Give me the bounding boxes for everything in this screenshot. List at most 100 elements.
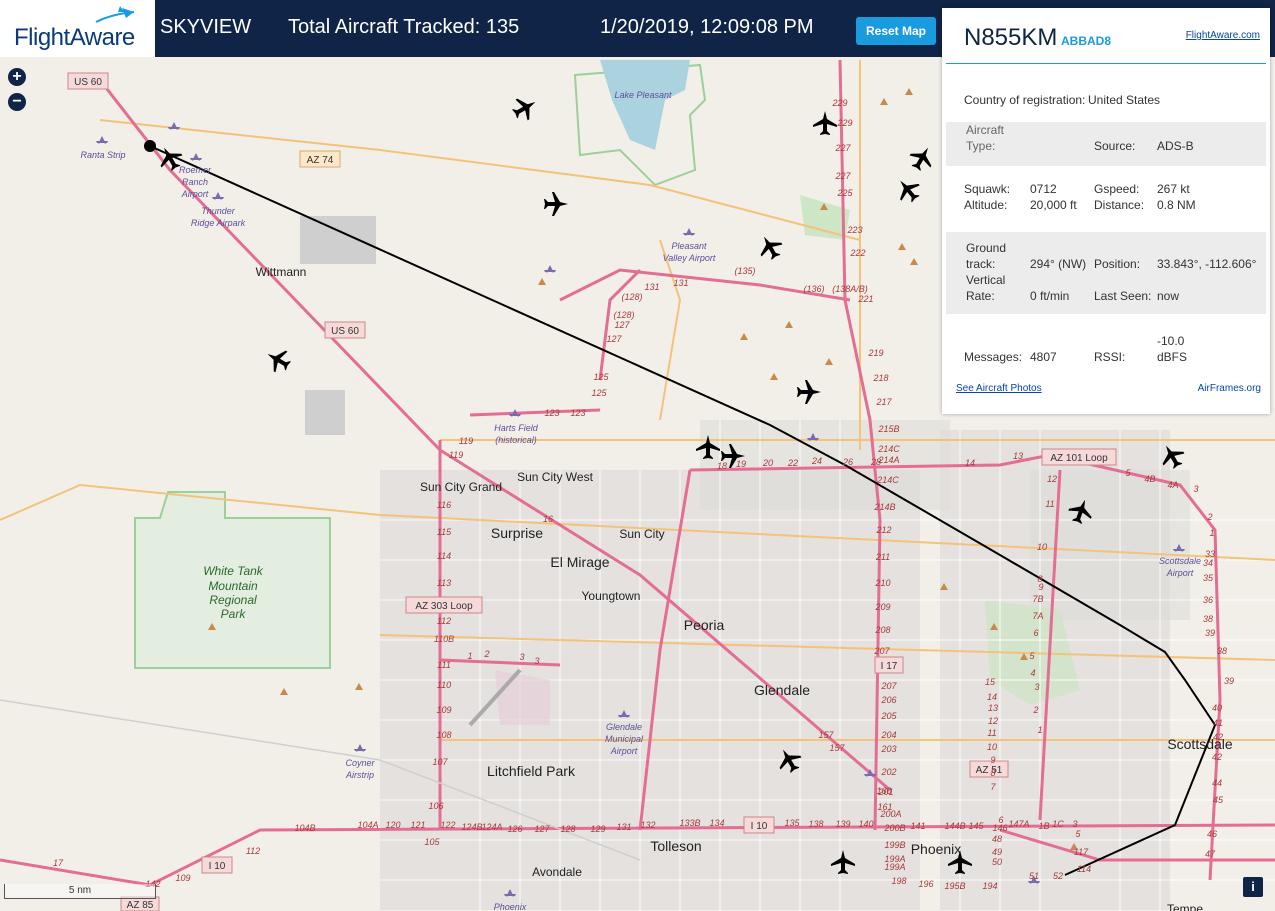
exit-number: 127 [606, 334, 622, 344]
exit-number: 210 [874, 578, 890, 588]
messages-value: 4807 [1030, 350, 1057, 364]
exit-number: 131 [673, 278, 688, 288]
exit-number: 4 [1030, 668, 1035, 678]
highway-label: AZ 51 [976, 765, 1003, 776]
highway-label: US 60 [331, 326, 359, 337]
city-label: Avondale [532, 865, 582, 879]
city-label: El Mirage [550, 554, 609, 570]
airport-label: Airstrip [345, 770, 374, 780]
source-label: Source: [1094, 139, 1136, 153]
airport-label: Thunder [201, 206, 236, 216]
city-label: Phoenix [911, 841, 962, 857]
city-label: Sun City [619, 527, 664, 541]
exit-number: 194 [982, 881, 997, 891]
exit-number: 125 [591, 388, 607, 398]
exit-number: 199A [884, 862, 905, 872]
exit-number: 147A [1008, 819, 1029, 829]
exit-number: 110B [434, 634, 454, 644]
exit-number: 204 [880, 730, 896, 740]
exit-number: 114 [1077, 864, 1091, 874]
zoom-in-button[interactable]: + [8, 68, 26, 86]
airport-label: Ranta Strip [80, 150, 125, 160]
exit-number: 6 [998, 815, 1003, 825]
logo-text: FlightAware [14, 24, 135, 51]
exit-number: 219 [867, 348, 883, 358]
exit-number: 48 [992, 834, 1002, 844]
exit-number: 127 [534, 824, 550, 834]
exit-number: 123 [570, 408, 585, 418]
aircraft-photos-link[interactable]: See Aircraft Photos [956, 383, 1042, 394]
distance-value: 0.8 NM [1157, 198, 1196, 212]
brand-title: SKYVIEW [160, 16, 252, 38]
exit-number: 13 [1013, 451, 1023, 461]
exit-number: 10 [1037, 542, 1047, 552]
exit-number: (136) [803, 284, 824, 294]
exit-number: 214B [873, 502, 895, 512]
country-value: United States [1088, 93, 1161, 107]
selected-aircraft-origin-dot[interactable] [144, 140, 156, 152]
exit-number: 217 [875, 397, 892, 407]
park-label: Mountain [208, 579, 258, 593]
exit-number: 140 [858, 819, 873, 829]
exit-number: 218 [872, 373, 888, 383]
highway-label: AZ 101 Loop [1050, 453, 1108, 464]
exit-number: 214C [876, 475, 899, 485]
exit-number: 212 [875, 525, 891, 535]
city-label: Litchfield Park [487, 763, 576, 779]
exit-number: 161 [877, 802, 892, 812]
info-button[interactable]: i [1243, 877, 1263, 897]
exit-number: (128) [613, 310, 634, 320]
exit-number: 14 [965, 458, 975, 468]
airport-label: (historical) [495, 435, 537, 445]
row-type-source: Aircraft Type: Source: ADS-B [946, 122, 1266, 166]
exit-number: 134 [709, 818, 724, 828]
reset-map-button[interactable]: Reset Map [856, 17, 936, 45]
exit-number: 111 [437, 660, 451, 670]
exit-number: 39 [1205, 628, 1215, 638]
rssi-value: -10.0 dBFS [1157, 334, 1188, 364]
exit-number: 223 [846, 225, 862, 235]
exit-number: 20 [762, 458, 773, 468]
airport-label: Phoenix [494, 902, 527, 911]
exit-number: 107 [432, 757, 448, 767]
row-track-position: Ground track: 294° (NW) Position: 33.843… [946, 232, 1266, 314]
exit-number: 116 [437, 500, 451, 510]
exit-number: 131 [616, 822, 631, 832]
exit-number: 157 [818, 730, 834, 740]
airframes-link[interactable]: AirFrames.org [1198, 383, 1261, 394]
highway-label: I 10 [209, 861, 226, 872]
exit-number: 112 [246, 846, 260, 856]
aircraft-type-label: Aircraft Type: [966, 123, 1005, 153]
exit-number: 40 [1212, 703, 1222, 713]
city-label: Glendale [754, 682, 810, 698]
panel-divider [946, 63, 1266, 64]
exit-number: 12 [988, 716, 998, 726]
exit-number: 8 [990, 768, 995, 778]
exit-number: 205 [880, 711, 897, 721]
rssi-label: RSSI: [1094, 350, 1126, 364]
exit-number: 34 [1203, 558, 1213, 568]
exit-number: 3 [1034, 682, 1039, 692]
exit-number: 44 [1212, 778, 1222, 788]
city-label: Scottsdale [1167, 736, 1233, 752]
exit-number: 3 [519, 652, 524, 662]
exit-number: 3 [1193, 484, 1198, 494]
exit-number: 1 [1209, 528, 1214, 538]
exit-number: 221 [857, 294, 873, 304]
exit-number: 49 [992, 847, 1002, 857]
exit-number: 42 [1212, 752, 1222, 762]
exit-number: 110 [437, 680, 451, 690]
exit-number: 206 [880, 695, 896, 705]
ground-track-label: Ground track: [966, 241, 1007, 271]
exit-number: 132 [640, 820, 655, 830]
airport-label: Ranch [182, 177, 208, 187]
flightaware-link[interactable]: FlightAware.com [1186, 30, 1260, 41]
flightaware-logo[interactable]: FlightAware [0, 0, 155, 57]
exit-number: 214C [877, 444, 900, 454]
exit-number: 13 [988, 703, 998, 713]
exit-number: 1C [1052, 819, 1064, 829]
exit-number: 1 [1037, 725, 1042, 735]
exit-number: 17 [53, 858, 64, 868]
airport-label: Airport [1166, 568, 1194, 578]
zoom-out-button[interactable]: − [8, 93, 26, 111]
